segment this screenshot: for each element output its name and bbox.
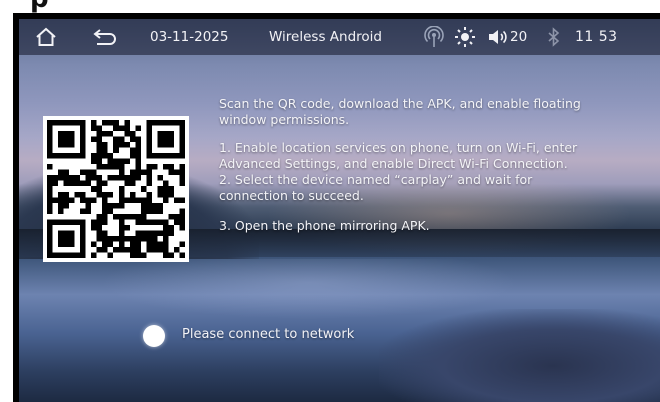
volume-level: 20	[510, 29, 528, 45]
screen: 03-11-2025 Wireless Android 20 11 53 Sca…	[19, 19, 660, 402]
hotspot-icon	[423, 19, 445, 55]
back-icon[interactable]	[93, 19, 119, 55]
status-bar: 03-11-2025 Wireless Android 20 11 53	[19, 19, 660, 55]
instructions-intro: Scan the QR code, download the APK, and …	[219, 96, 581, 127]
date-display: 03-11-2025	[150, 29, 229, 45]
instruction-step-2: 2. Select the device named “carplay” and…	[219, 172, 533, 203]
instruction-step-1: 1. Enable location services on phone, tu…	[219, 140, 578, 171]
connection-status-indicator	[143, 325, 165, 347]
qr-code	[43, 116, 189, 262]
head-unit-frame: 03-11-2025 Wireless Android 20 11 53 Sca…	[13, 13, 660, 402]
background-rocks	[379, 309, 660, 402]
volume-icon[interactable]	[488, 19, 508, 55]
app-title: Wireless Android	[269, 29, 382, 45]
instruction-step-3: 3. Open the phone mirroring APK.	[219, 218, 430, 233]
instructions-panel: Scan the QR code, download the APK, and …	[219, 96, 599, 234]
top-edge-glyph: p	[30, 0, 49, 14]
home-icon[interactable]	[35, 19, 57, 55]
brightness-icon[interactable]	[454, 19, 476, 55]
clock: 11 53	[575, 29, 618, 45]
bluetooth-icon	[547, 19, 561, 55]
network-status-text: Please connect to network	[182, 327, 355, 342]
